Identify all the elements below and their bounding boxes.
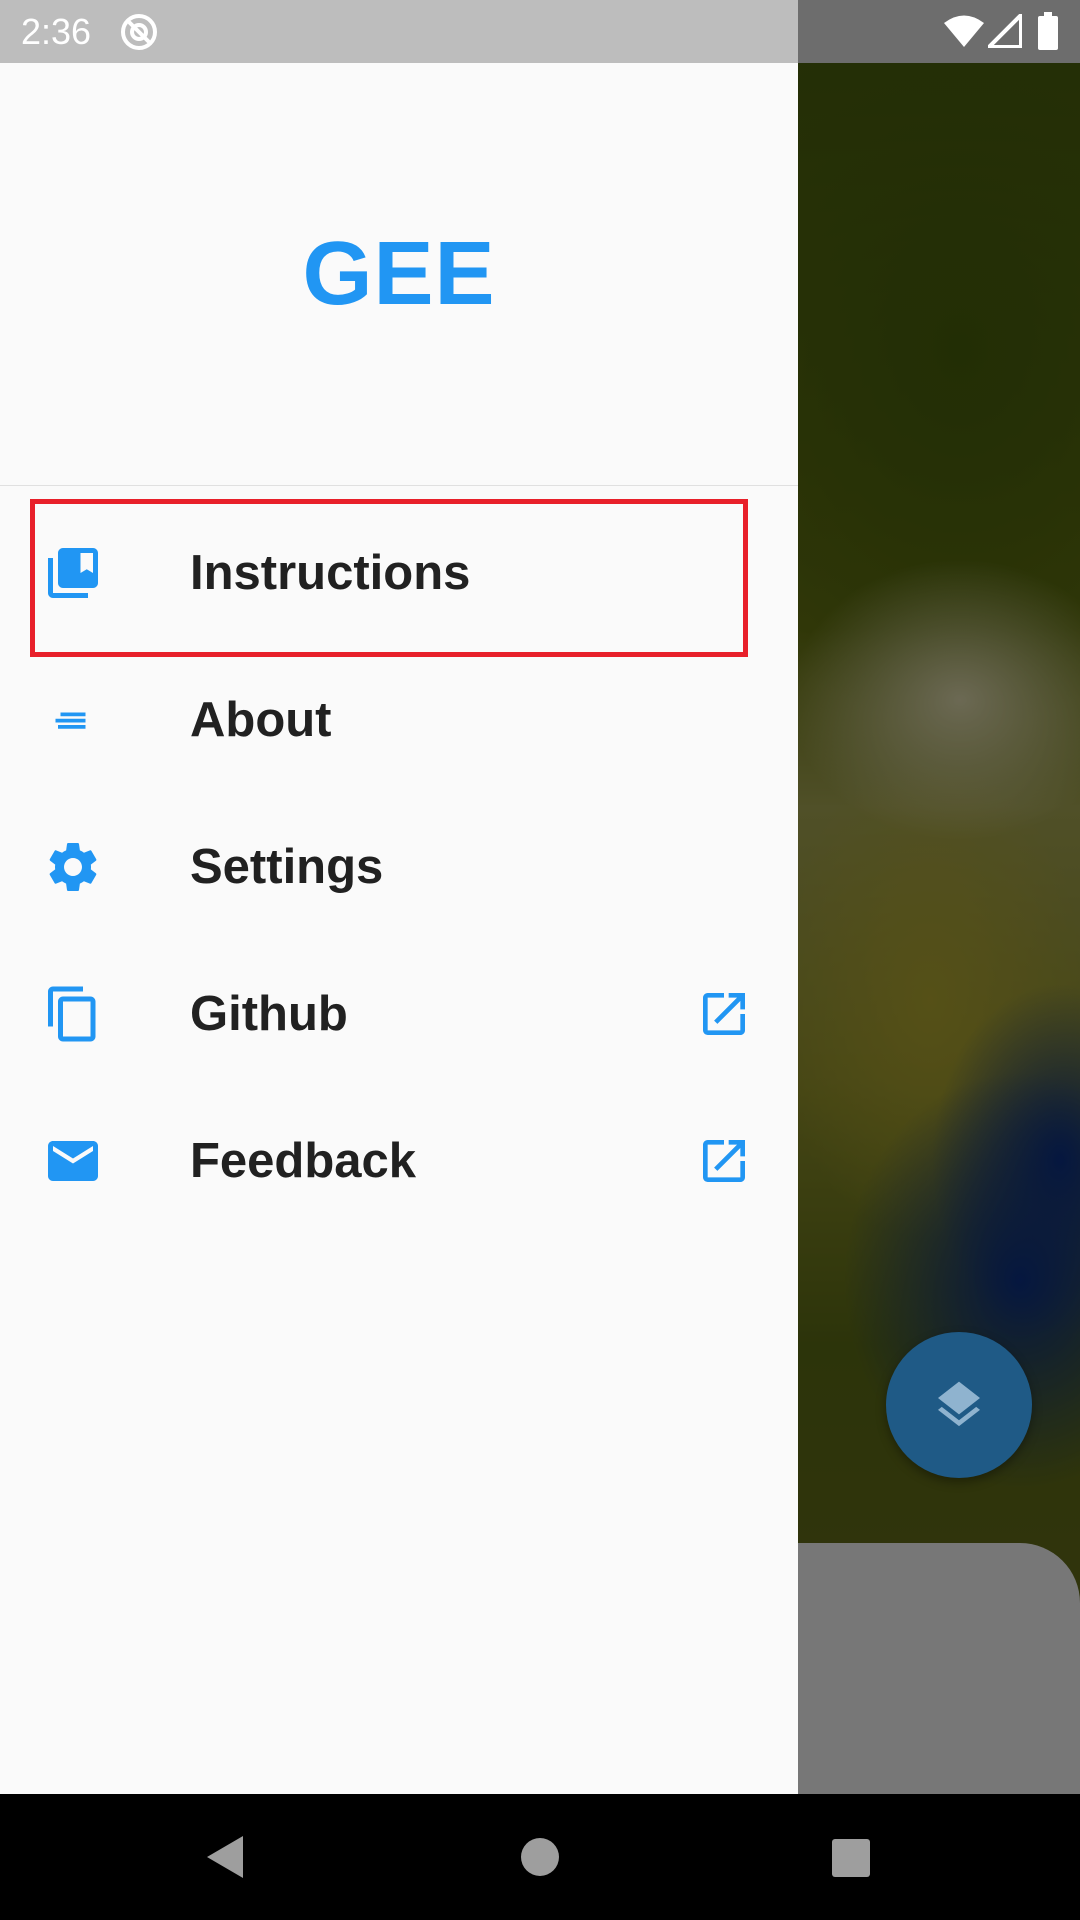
copy-icon bbox=[43, 984, 103, 1044]
wifi-icon bbox=[944, 15, 984, 47]
app-title: GEE bbox=[302, 223, 496, 324]
open-in-new-icon[interactable] bbox=[696, 986, 752, 1042]
menu-item-feedback[interactable]: Feedback bbox=[0, 1087, 798, 1234]
menu-item-about[interactable]: About bbox=[0, 646, 798, 793]
highlight-box bbox=[30, 499, 748, 657]
notes-icon bbox=[43, 690, 103, 750]
menu-item-label: About bbox=[190, 692, 332, 747]
open-in-new-icon[interactable] bbox=[696, 1133, 752, 1189]
menu-item-label: Settings bbox=[190, 839, 384, 894]
menu-item-label: Github bbox=[190, 986, 348, 1041]
navigation-drawer: GEE Instructions About Settings Github F… bbox=[0, 63, 798, 1794]
menu-item-label: Feedback bbox=[190, 1133, 417, 1188]
menu-item-github[interactable]: Github bbox=[0, 940, 798, 1087]
layers-icon bbox=[938, 1381, 980, 1427]
menu-item-settings[interactable]: Settings bbox=[0, 793, 798, 940]
status-time: 2:36 bbox=[21, 11, 92, 52]
signal-icon bbox=[988, 14, 1022, 48]
recents-icon[interactable] bbox=[831, 1838, 871, 1878]
layers-button[interactable] bbox=[886, 1332, 1032, 1478]
navigation-bar bbox=[0, 1794, 1080, 1920]
mail-icon bbox=[43, 1131, 103, 1191]
drawer-header: GEE bbox=[0, 63, 798, 486]
bottom-sheet bbox=[760, 1543, 1080, 1794]
at-sign-icon bbox=[121, 14, 157, 50]
status-bar: 2:36 bbox=[0, 0, 1080, 63]
gear-icon bbox=[43, 837, 103, 897]
back-icon[interactable] bbox=[205, 1834, 245, 1880]
battery-icon bbox=[1038, 12, 1058, 50]
home-icon[interactable] bbox=[520, 1837, 560, 1877]
